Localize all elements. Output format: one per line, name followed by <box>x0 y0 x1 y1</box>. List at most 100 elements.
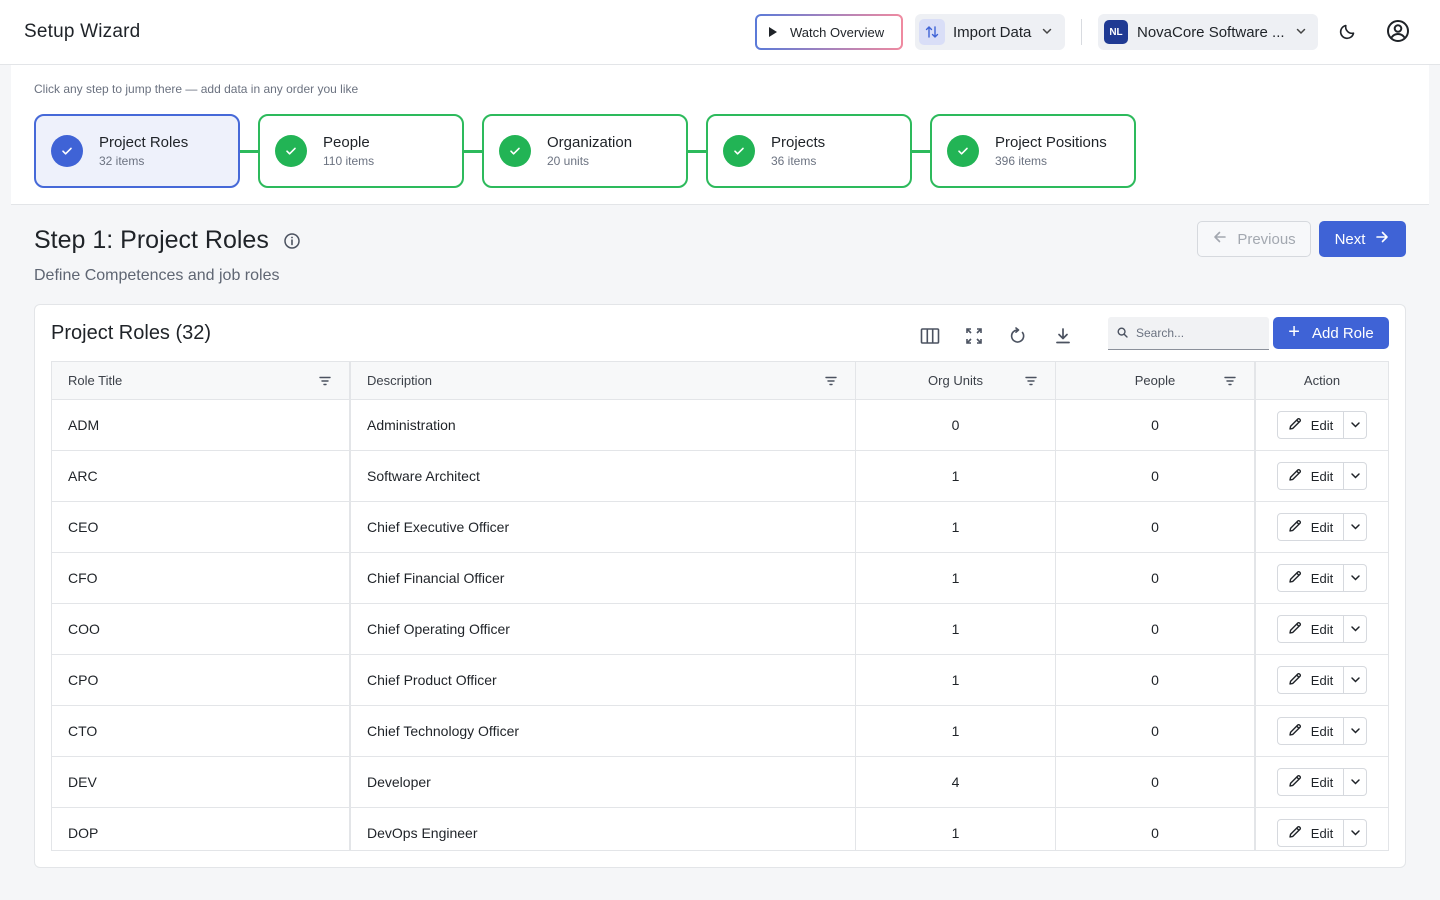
edit-button[interactable]: Edit <box>1277 768 1344 796</box>
page-subtitle: Define Competences and job roles <box>34 267 280 284</box>
table-row[interactable]: CFO Chief Financial Officer 1 0 Edit <box>52 553 1388 604</box>
chevron-down-icon <box>1350 468 1361 484</box>
column-header-role-title[interactable]: Role Title <box>52 362 351 399</box>
step-count: 110 items <box>323 154 375 168</box>
table-row[interactable]: CEO Chief Executive Officer 1 0 Edit <box>52 502 1388 553</box>
table-row[interactable]: CTO Chief Technology Officer 1 0 Edit <box>52 706 1388 757</box>
play-icon <box>769 27 777 37</box>
next-button[interactable]: Next <box>1319 221 1406 257</box>
table-row[interactable]: ADM Administration 0 0 Edit <box>52 400 1388 451</box>
cell-description: Chief Financial Officer <box>351 553 856 603</box>
row-actions-dropdown[interactable] <box>1344 615 1367 643</box>
search-icon <box>1117 325 1128 341</box>
edit-button-group: Edit <box>1277 513 1367 541</box>
filter-icon[interactable] <box>825 374 837 389</box>
edit-button-group: Edit <box>1277 411 1367 439</box>
step-name: Organization <box>547 134 633 151</box>
row-actions-dropdown[interactable] <box>1344 666 1367 694</box>
add-role-label: Add Role <box>1311 324 1374 342</box>
step-projects[interactable]: Projects 36 items <box>706 114 912 188</box>
edit-button[interactable]: Edit <box>1277 411 1344 439</box>
refresh-icon[interactable] <box>1004 322 1032 350</box>
chevron-down-icon <box>1350 621 1361 637</box>
search-input[interactable] <box>1136 326 1256 340</box>
fullscreen-icon[interactable] <box>960 322 988 350</box>
download-icon[interactable] <box>1049 322 1077 350</box>
project-roles-card: Project Roles (32) + Add Role Role Title… <box>34 304 1406 868</box>
import-data-button[interactable]: Import Data <box>915 14 1065 50</box>
dark-mode-toggle[interactable] <box>1330 14 1366 50</box>
row-actions-dropdown[interactable] <box>1344 819 1367 847</box>
step-project-positions[interactable]: Project Positions 396 items <box>930 114 1136 188</box>
cell-action: Edit <box>1256 502 1388 552</box>
organization-switcher[interactable]: NL NovaCore Software ... <box>1098 14 1318 50</box>
org-name: NovaCore Software ... <box>1137 23 1285 41</box>
column-header-people[interactable]: People <box>1056 362 1256 399</box>
cell-people: 0 <box>1056 553 1256 603</box>
next-label: Next <box>1334 230 1366 248</box>
edit-button[interactable]: Edit <box>1277 462 1344 490</box>
edit-label: Edit <box>1310 570 1334 586</box>
edit-label: Edit <box>1310 519 1334 535</box>
edit-button[interactable]: Edit <box>1277 513 1344 541</box>
columns-icon[interactable] <box>916 322 944 350</box>
cell-org-units: 1 <box>856 451 1056 501</box>
step-organization[interactable]: Organization 20 units <box>482 114 688 188</box>
cell-org-units: 1 <box>856 604 1056 654</box>
row-actions-dropdown[interactable] <box>1344 462 1367 490</box>
edit-button-group: Edit <box>1277 462 1367 490</box>
step-count: 36 items <box>771 154 817 168</box>
edit-label: Edit <box>1310 468 1334 484</box>
step-count: 20 units <box>547 154 590 168</box>
step-project-roles[interactable]: Project Roles 32 items <box>34 114 240 188</box>
step-people[interactable]: People 110 items <box>258 114 464 188</box>
cell-description: DevOps Engineer <box>351 808 856 850</box>
edit-label: Edit <box>1310 417 1334 433</box>
cell-action: Edit <box>1256 400 1388 450</box>
cell-description: Chief Technology Officer <box>351 706 856 756</box>
cell-role-title: ADM <box>52 400 351 450</box>
edit-button[interactable]: Edit <box>1277 615 1344 643</box>
edit-label: Edit <box>1310 672 1334 688</box>
table-row[interactable]: CPO Chief Product Officer 1 0 Edit <box>52 655 1388 706</box>
edit-button[interactable]: Edit <box>1277 666 1344 694</box>
row-actions-dropdown[interactable] <box>1344 717 1367 745</box>
edit-button[interactable]: Edit <box>1277 717 1344 745</box>
previous-button[interactable]: Previous <box>1197 221 1311 257</box>
cell-org-units: 1 <box>856 502 1056 552</box>
add-role-button[interactable]: + Add Role <box>1273 317 1389 349</box>
edit-button[interactable]: Edit <box>1277 564 1344 592</box>
table-row[interactable]: ARC Software Architect 1 0 Edit <box>52 451 1388 502</box>
row-actions-dropdown[interactable] <box>1344 513 1367 541</box>
chevron-down-icon <box>1295 24 1307 40</box>
table-row[interactable]: DOP DevOps Engineer 1 0 Edit <box>52 808 1388 850</box>
filter-icon[interactable] <box>319 374 331 389</box>
column-header-org-units[interactable]: Org Units <box>856 362 1056 399</box>
row-actions-dropdown[interactable] <box>1344 768 1367 796</box>
user-circle-icon <box>1386 19 1410 46</box>
edit-button-group: Edit <box>1277 615 1367 643</box>
info-icon[interactable] <box>283 232 301 250</box>
cell-people: 0 <box>1056 400 1256 450</box>
cell-people: 0 <box>1056 808 1256 850</box>
cell-org-units: 1 <box>856 808 1056 850</box>
row-actions-dropdown[interactable] <box>1344 411 1367 439</box>
column-header-description[interactable]: Description <box>351 362 856 399</box>
watch-overview-button[interactable]: Watch Overview <box>755 14 903 50</box>
filter-icon[interactable] <box>1224 374 1236 389</box>
account-button[interactable] <box>1380 14 1416 50</box>
cell-role-title: CPO <box>52 655 351 705</box>
chevron-down-icon <box>1350 570 1361 586</box>
edit-button[interactable]: Edit <box>1277 819 1344 847</box>
row-actions-dropdown[interactable] <box>1344 564 1367 592</box>
table-row[interactable]: DEV Developer 4 0 Edit <box>52 757 1388 808</box>
app-title: Setup Wizard <box>24 21 141 42</box>
cell-action: Edit <box>1256 808 1388 850</box>
table-header: Role Title Description Org Units People … <box>52 362 1388 400</box>
column-label: People <box>1134 373 1176 388</box>
arrow-right-icon <box>1365 229 1390 249</box>
import-data-label: Import Data <box>953 23 1032 41</box>
pencil-icon <box>1288 519 1311 536</box>
table-row[interactable]: COO Chief Operating Officer 1 0 Edit <box>52 604 1388 655</box>
filter-icon[interactable] <box>1025 374 1037 389</box>
